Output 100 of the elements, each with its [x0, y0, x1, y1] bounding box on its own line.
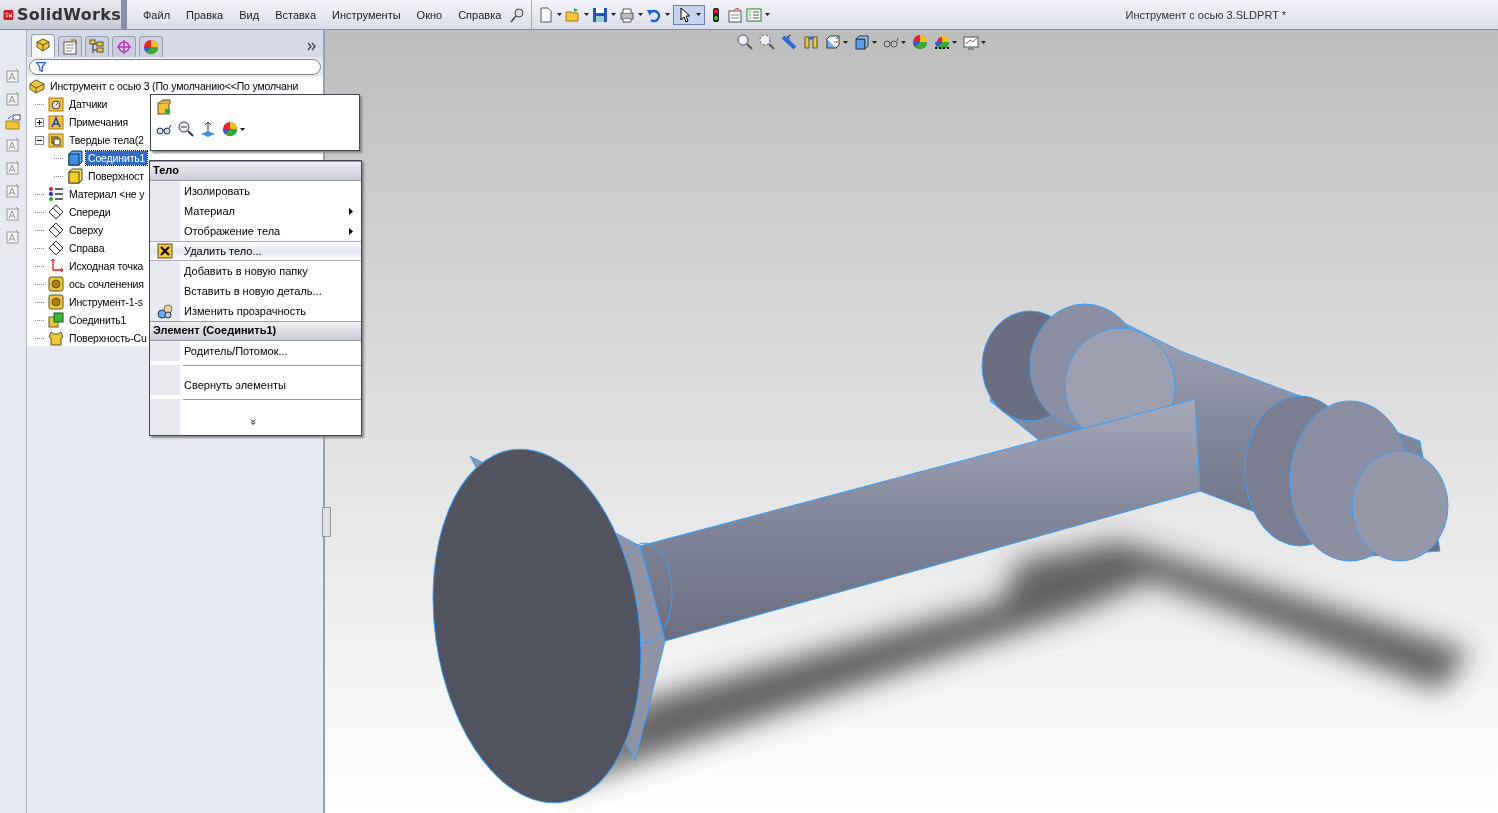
printer-icon[interactable]	[619, 6, 636, 23]
combine-icon	[48, 312, 64, 328]
collapse-icon[interactable]	[35, 135, 44, 145]
panel-splitter-handle[interactable]	[322, 507, 331, 537]
previous-view-icon[interactable]	[781, 34, 797, 50]
tree-item[interactable]: ось сочленения	[67, 277, 146, 291]
filter-field[interactable]	[29, 59, 321, 75]
normal-to-icon[interactable]	[200, 121, 216, 137]
section-view-icon[interactable]	[803, 34, 819, 50]
menu-item[interactable]: Инструменты	[324, 8, 409, 21]
properties-icon	[62, 39, 78, 55]
menu-section-header: Тело	[150, 161, 361, 181]
menu-item[interactable]: Окно	[408, 8, 451, 21]
expand-tabs-icon[interactable]	[307, 41, 317, 51]
dropdown-caret-icon[interactable]	[981, 40, 986, 44]
menu-item[interactable]: Изменить прозрачность	[150, 301, 361, 321]
bodies-folder-icon	[48, 132, 64, 148]
solid-body-icon	[67, 150, 83, 166]
menu-item[interactable]: Отображение тела	[150, 221, 361, 241]
monitor-icon[interactable]	[963, 34, 979, 50]
part-icon	[29, 78, 45, 94]
tree-item[interactable]: Справа	[67, 241, 107, 255]
dropdown-caret-icon[interactable]	[665, 13, 671, 16]
menu-item[interactable]: Вставить в новую деталь...	[150, 281, 361, 301]
tree-item[interactable]: Примечания	[67, 115, 131, 129]
scene-icon[interactable]	[934, 34, 950, 50]
appearance-icon[interactable]	[222, 121, 238, 137]
tree-item[interactable]: Твердые тела(2	[67, 133, 146, 147]
menu-item[interactable]: Добавить в новую папку	[150, 261, 361, 281]
plane-icon	[48, 222, 64, 238]
origin-icon	[48, 258, 64, 274]
menu-item[interactable]: Родитель/Потомок...	[150, 341, 361, 361]
tree-item[interactable]: Сверху	[67, 223, 106, 237]
material-icon	[48, 186, 64, 202]
menu-item[interactable]: Вставка	[267, 8, 324, 21]
feature-icon	[48, 276, 64, 292]
dropdown-caret-icon[interactable]	[611, 13, 617, 16]
part-model-drawing[interactable]	[432, 303, 1470, 804]
panel-tab[interactable]	[85, 36, 109, 57]
panel-tab[interactable]	[58, 36, 82, 57]
surface-feature-icon	[48, 330, 64, 346]
tree-item[interactable]: Соединить1	[67, 313, 129, 327]
menu-item[interactable]: Файл	[135, 8, 179, 21]
folder-note-icon[interactable]	[5, 114, 21, 130]
dropdown-caret-icon[interactable]	[843, 40, 848, 44]
select-button[interactable]	[673, 4, 706, 25]
tree-item[interactable]: Соединить1	[86, 151, 148, 165]
dropdown-caret-icon[interactable]	[765, 13, 771, 16]
save-icon[interactable]	[592, 6, 609, 23]
menu-item[interactable]: Свернуть элементы	[150, 375, 361, 395]
panel-tab[interactable]	[31, 34, 55, 57]
menu-item[interactable]: Материал	[150, 201, 361, 221]
menu-item[interactable]: Изолировать	[150, 181, 361, 201]
feature-icon	[48, 294, 64, 310]
zoom-to-fit-icon[interactable]	[737, 34, 753, 50]
tree-item[interactable]: Исходная точка	[67, 259, 146, 273]
dropdown-caret-icon[interactable]	[638, 13, 644, 16]
dimxpert-icon	[116, 39, 132, 55]
surface-body-icon	[67, 168, 83, 184]
view-orientation-icon[interactable]	[825, 34, 841, 50]
pushpin-icon[interactable]	[509, 6, 526, 23]
tree-item[interactable]: Поверхность-Cu	[67, 331, 149, 345]
panel-tab[interactable]	[139, 36, 163, 57]
dropdown-caret-icon[interactable]	[872, 40, 877, 44]
dropdown-caret-icon[interactable]	[952, 40, 957, 44]
transparency-icon	[157, 303, 173, 319]
dropdown-caret-icon[interactable]	[696, 13, 702, 16]
menu-item[interactable]: Справка	[450, 8, 510, 21]
filter-icon	[36, 62, 46, 72]
plane-icon	[48, 204, 64, 220]
tree-item[interactable]: Датчики	[67, 97, 110, 111]
expand-icon[interactable]	[35, 117, 44, 127]
tree-item[interactable]: Поверхност	[86, 169, 146, 183]
menu-section-header: Элемент (Соединить1)	[150, 321, 361, 341]
tree-item[interactable]: Инструмент с осью 3 (По умолчанию<<По умолчани	[48, 79, 301, 93]
display-style-icon[interactable]	[854, 34, 870, 50]
delete-icon	[157, 243, 173, 259]
part-properties-icon[interactable]	[156, 99, 172, 115]
display-icon	[143, 39, 159, 55]
dropdown-caret-icon[interactable]	[901, 40, 906, 44]
panel-tab[interactable]	[112, 36, 136, 57]
more-items-button[interactable]: »	[248, 418, 261, 426]
color-ball-icon[interactable]	[912, 34, 928, 50]
features-icon	[35, 38, 51, 54]
zoom-selection-icon[interactable]	[178, 121, 194, 137]
plane-icon	[48, 240, 64, 256]
tree-item[interactable]: Материал <не у	[67, 187, 147, 201]
app-name: SolidWorks	[16, 5, 121, 24]
menu-item[interactable]: Удалить тело...	[150, 241, 361, 261]
options-icon[interactable]	[727, 6, 744, 23]
sensor-folder-icon	[48, 96, 64, 112]
menu-item[interactable]: Правка	[178, 8, 232, 21]
tree-item[interactable]: Спереди	[67, 205, 113, 219]
zoom-area-icon[interactable]	[759, 34, 775, 50]
menu-item[interactable]: Вид	[231, 8, 268, 21]
tree-item[interactable]: Инструмент-1-s	[67, 295, 145, 309]
dropdown-caret-icon[interactable]	[584, 13, 590, 16]
checklist-icon[interactable]	[746, 6, 763, 23]
dropdown-caret-icon[interactable]	[557, 13, 563, 16]
dropdown-caret-icon[interactable]	[240, 127, 245, 131]
